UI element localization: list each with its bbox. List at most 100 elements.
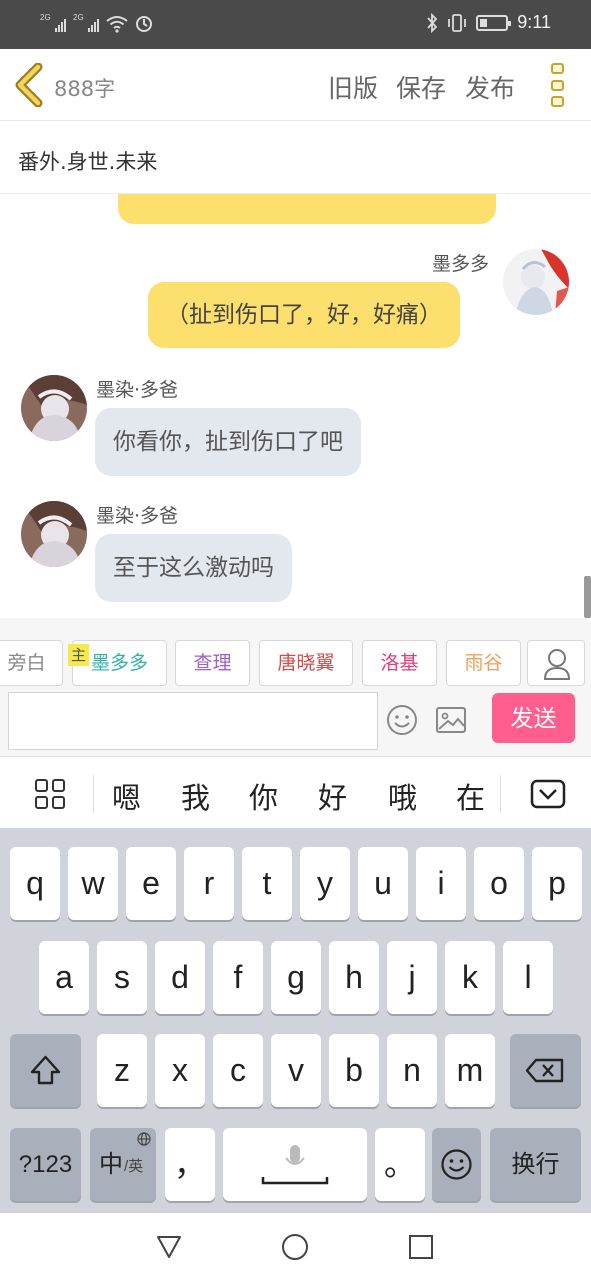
key-z[interactable]: z bbox=[97, 1034, 147, 1107]
signal-icon: 2G bbox=[40, 13, 66, 33]
ime-candidate-bar: 嗯 我 你 好 哦 在 bbox=[0, 756, 591, 828]
message-text: 至于这么激动吗 bbox=[113, 555, 274, 581]
candidate-word[interactable]: 在 bbox=[456, 775, 485, 817]
battery-icon bbox=[476, 14, 512, 31]
role-label: 旁白 bbox=[7, 652, 46, 674]
key-r[interactable]: r bbox=[184, 847, 234, 920]
role-selector-bar: 旁白 主 墨多多 查理 唐晓翼 洛基 雨谷 bbox=[0, 618, 591, 690]
main-role-badge: 主 bbox=[68, 644, 89, 666]
grid-icon[interactable] bbox=[35, 779, 65, 809]
key-h[interactable]: h bbox=[329, 941, 379, 1014]
message-nickname: 墨多多 bbox=[432, 253, 490, 275]
word-count: 888字 bbox=[54, 77, 116, 101]
recents-icon[interactable] bbox=[407, 1233, 435, 1261]
compose-row: 发送 bbox=[0, 690, 591, 756]
candidate-word[interactable]: 好 bbox=[318, 775, 347, 817]
sim2-label: 2G bbox=[73, 13, 84, 22]
role-chip-chali[interactable]: 查理 bbox=[175, 640, 250, 686]
message-bubble[interactable]: 多！ bbox=[118, 194, 496, 224]
key-v[interactable]: v bbox=[271, 1034, 321, 1107]
manage-roles-button[interactable] bbox=[527, 640, 585, 686]
key-n[interactable]: n bbox=[387, 1034, 437, 1107]
key-g[interactable]: g bbox=[271, 941, 321, 1014]
message-bubble[interactable]: 至于这么激动吗 bbox=[95, 534, 292, 602]
old-version-button[interactable]: 旧版 bbox=[328, 69, 378, 105]
send-button[interactable]: 发送 bbox=[492, 693, 575, 743]
avatar[interactable] bbox=[503, 249, 569, 315]
key-i[interactable]: i bbox=[416, 847, 466, 920]
image-icon[interactable] bbox=[435, 705, 467, 735]
comma-key[interactable]: ， bbox=[165, 1128, 215, 1201]
language-switch-key[interactable]: 中 /英 bbox=[90, 1128, 156, 1201]
role-chip-tangxiaoyi[interactable]: 唐晓翼 bbox=[259, 640, 353, 686]
avatar[interactable] bbox=[21, 501, 87, 567]
lang-main-label: 中 bbox=[99, 1151, 123, 1178]
candidate-word[interactable]: 哦 bbox=[388, 775, 417, 817]
key-c[interactable]: c bbox=[213, 1034, 263, 1107]
chat-list[interactable]: 多！ 墨多多 （扯到伤口了，好，好痛） 墨染·多爸 你看你，扯到伤口了吧 bbox=[0, 194, 591, 618]
clock: 9:11 bbox=[517, 12, 551, 32]
key-m[interactable]: m bbox=[445, 1034, 495, 1107]
key-j[interactable]: j bbox=[387, 941, 437, 1014]
shift-key[interactable] bbox=[10, 1034, 81, 1107]
message-input[interactable] bbox=[8, 692, 378, 750]
avatar[interactable] bbox=[21, 375, 87, 441]
status-bar: 2G 2G 9:11 bbox=[0, 0, 591, 49]
story-title-bar[interactable]: 番外.身世.未来 bbox=[0, 122, 591, 194]
enter-key[interactable]: 换行 bbox=[490, 1128, 581, 1201]
key-e[interactable]: e bbox=[126, 847, 176, 920]
key-b[interactable]: b bbox=[329, 1034, 379, 1107]
user-icon bbox=[543, 649, 571, 680]
key-x[interactable]: x bbox=[155, 1034, 205, 1107]
publish-button[interactable]: 发布 bbox=[465, 69, 515, 105]
key-a[interactable]: a bbox=[39, 941, 89, 1014]
back-icon[interactable] bbox=[155, 1233, 183, 1261]
candidate-word[interactable]: 你 bbox=[249, 775, 278, 817]
message-text: （扯到伤口了，好，好痛） bbox=[166, 302, 442, 328]
key-l[interactable]: l bbox=[503, 941, 553, 1014]
mic-icon bbox=[261, 1145, 329, 1185]
keyboard-hide-icon[interactable] bbox=[530, 779, 566, 809]
more-icon[interactable] bbox=[551, 63, 565, 107]
key-y[interactable]: y bbox=[300, 847, 350, 920]
signal-icon: 2G bbox=[73, 13, 99, 33]
message-bubble[interactable]: 你看你，扯到伤口了吧 bbox=[95, 408, 361, 476]
role-label: 墨多多 bbox=[90, 652, 148, 674]
chevron-left-icon[interactable] bbox=[12, 63, 48, 107]
bluetooth-icon bbox=[427, 12, 438, 33]
role-label: 唐晓翼 bbox=[277, 652, 335, 674]
data-saver-icon bbox=[136, 16, 152, 32]
space-key[interactable] bbox=[223, 1128, 367, 1201]
symbols-key[interactable]: ?123 bbox=[10, 1128, 81, 1201]
candidate-word[interactable]: 嗯 bbox=[112, 775, 141, 817]
keyboard: q w e r t y u i o p a s d f g h j k l z … bbox=[0, 828, 591, 1213]
key-o[interactable]: o bbox=[474, 847, 524, 920]
scrollbar[interactable] bbox=[584, 576, 591, 618]
backspace-key[interactable] bbox=[510, 1034, 581, 1107]
key-s[interactable]: s bbox=[97, 941, 147, 1014]
vibrate-icon bbox=[448, 13, 467, 32]
key-q[interactable]: q bbox=[10, 847, 60, 920]
emoji-icon[interactable] bbox=[386, 704, 418, 736]
role-label: 查理 bbox=[193, 652, 232, 674]
key-t[interactable]: t bbox=[242, 847, 292, 920]
message-nickname: 墨染·多爸 bbox=[96, 505, 179, 527]
story-title: 番外.身世.未来 bbox=[18, 150, 158, 174]
role-chip-luoji[interactable]: 洛基 bbox=[362, 640, 437, 686]
key-f[interactable]: f bbox=[213, 941, 263, 1014]
candidate-word[interactable]: 我 bbox=[181, 775, 210, 817]
period-key[interactable]: 。 bbox=[375, 1128, 425, 1201]
key-w[interactable]: w bbox=[68, 847, 118, 920]
key-u[interactable]: u bbox=[358, 847, 408, 920]
save-button[interactable]: 保存 bbox=[396, 69, 446, 105]
backspace-icon bbox=[525, 1058, 564, 1083]
key-d[interactable]: d bbox=[155, 941, 205, 1014]
key-p[interactable]: p bbox=[532, 847, 582, 920]
role-chip-narrator[interactable]: 旁白 bbox=[0, 640, 63, 686]
home-icon[interactable] bbox=[281, 1233, 309, 1261]
emoji-key[interactable] bbox=[432, 1128, 481, 1201]
message-bubble[interactable]: （扯到伤口了，好，好痛） bbox=[148, 282, 460, 348]
role-chip-yugu[interactable]: 雨谷 bbox=[446, 640, 521, 686]
message-text: 多！ bbox=[136, 194, 172, 197]
key-k[interactable]: k bbox=[445, 941, 495, 1014]
